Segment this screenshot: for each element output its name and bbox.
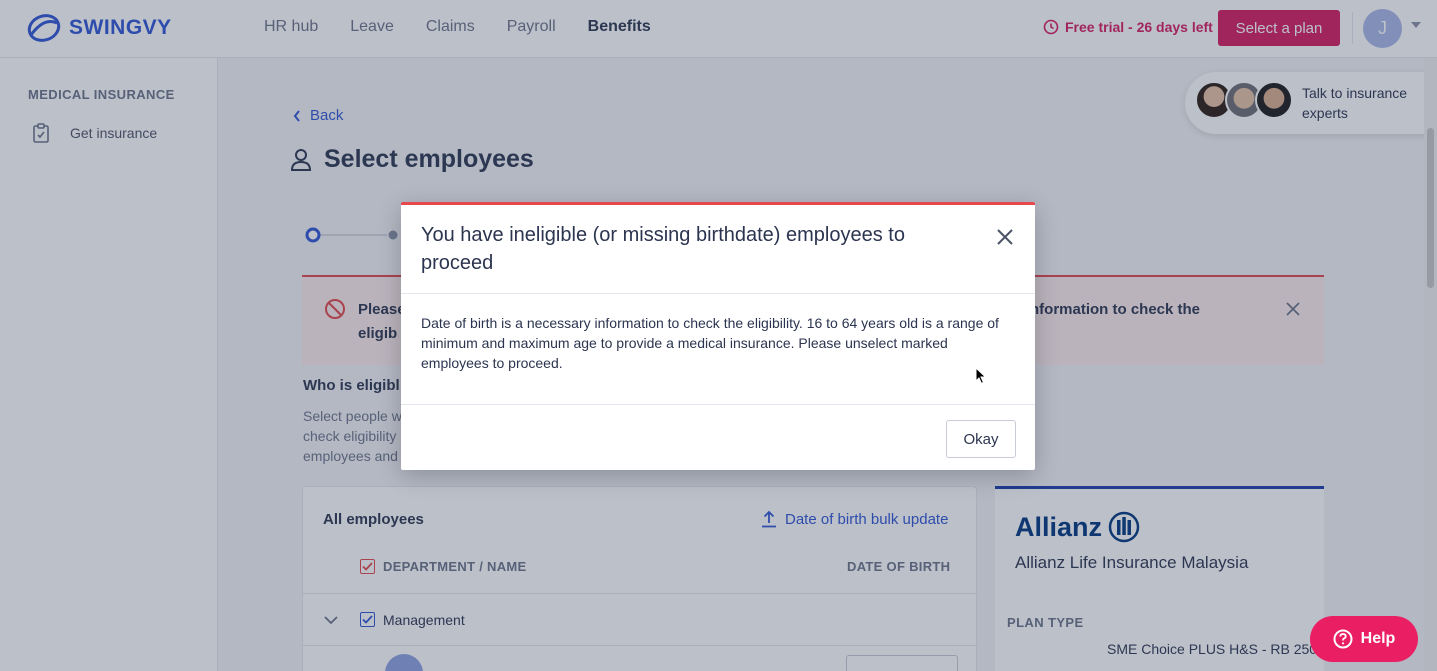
ineligible-employees-modal: You have ineligible (or missing birthdat… — [401, 202, 1035, 470]
okay-button[interactable]: Okay — [946, 420, 1016, 458]
close-icon[interactable] — [993, 225, 1017, 249]
question-icon — [1333, 629, 1353, 649]
mouse-cursor-icon — [975, 367, 987, 385]
modal-divider — [401, 293, 1035, 294]
modal-body: Date of birth is a necessary information… — [421, 315, 999, 371]
help-button[interactable]: Help — [1310, 616, 1418, 662]
modal-title: You have ineligible (or missing birthdat… — [421, 224, 905, 274]
modal-divider — [401, 404, 1035, 405]
help-label: Help — [1360, 630, 1396, 647]
